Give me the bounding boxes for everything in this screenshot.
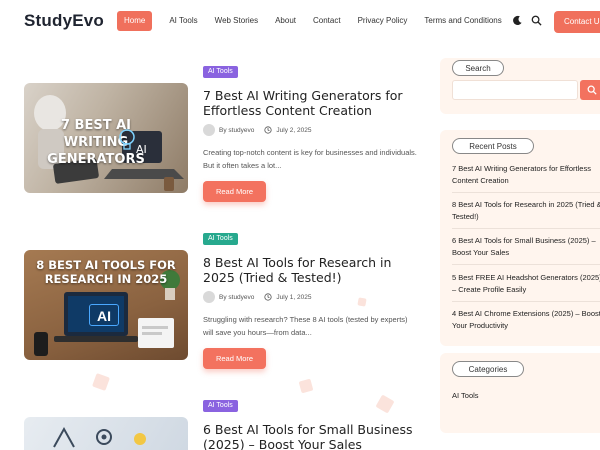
post-card: 8 BEST AI TOOLS FOR RESEARCH IN 2025 AI … xyxy=(24,233,424,373)
main-nav: Home AI Tools Web Stories About Contact … xyxy=(117,11,519,31)
post-meta: By studyevo July 2, 2025 xyxy=(203,124,311,136)
search-icon[interactable] xyxy=(531,15,542,26)
category-badge[interactable]: AI Tools xyxy=(203,66,238,78)
avatar xyxy=(203,124,215,136)
post-card: AI 7 BEST AI WRITING GENERATORS AI Tools… xyxy=(24,66,424,206)
categories-title: Categories xyxy=(452,361,524,377)
post-thumbnail[interactable]: 8 BEST AI TOOLS FOR RESEARCH IN 2025 AI xyxy=(24,250,188,360)
post-date: July 1, 2025 xyxy=(276,293,312,301)
category-link[interactable]: AI Tools xyxy=(452,391,479,400)
ai-badge: AI xyxy=(89,304,119,326)
nav-ai-tools[interactable]: AI Tools xyxy=(169,11,197,31)
post-thumbnail[interactable] xyxy=(24,417,188,450)
site-header: StudyEvo Home AI Tools Web Stories About… xyxy=(0,0,600,44)
thumbnail-caption: 8 BEST AI TOOLS FOR RESEARCH IN 2025 xyxy=(36,258,176,286)
nav-web-stories[interactable]: Web Stories xyxy=(215,11,258,31)
post-date: July 2, 2025 xyxy=(276,126,312,134)
lightbulb-icon xyxy=(119,129,135,150)
divider xyxy=(452,228,600,229)
post-excerpt: Creating top-notch content is key for bu… xyxy=(203,148,417,170)
recent-posts-widget: Recent Posts 7 Best AI Writing Generator… xyxy=(440,130,600,346)
clock-icon xyxy=(264,293,273,301)
post-title[interactable]: 8 Best AI Tools for Research in 2025 (Tr… xyxy=(203,255,418,285)
decorative-square xyxy=(92,373,110,391)
search-icon xyxy=(587,85,597,95)
search-widget-title: Search xyxy=(452,60,504,76)
read-more-button[interactable]: Read More xyxy=(203,348,266,369)
divider xyxy=(452,192,600,193)
gear-icon xyxy=(53,426,146,448)
recent-post-link[interactable]: 7 Best AI Writing Generators for Effortl… xyxy=(452,163,600,187)
post-excerpt: Struggling with research? These 8 AI too… xyxy=(203,315,408,337)
nav-terms[interactable]: Terms and Conditions xyxy=(424,11,501,31)
post-card: AI Tools 6 Best AI Tools for Small Busin… xyxy=(24,400,424,450)
contact-us-button[interactable]: Contact U xyxy=(554,11,600,33)
category-badge[interactable]: AI Tools xyxy=(203,400,238,412)
search-input[interactable] xyxy=(452,80,578,100)
clock-icon xyxy=(264,126,273,134)
decorative-square xyxy=(298,378,314,394)
nav-privacy-policy[interactable]: Privacy Policy xyxy=(358,11,408,31)
recent-posts-title: Recent Posts xyxy=(452,138,534,154)
recent-post-link[interactable]: 5 Best FREE AI Headshot Generators (2025… xyxy=(452,272,600,296)
post-title[interactable]: 6 Best AI Tools for Small Business (2025… xyxy=(203,422,418,450)
post-meta: By studyevo July 1, 2025 xyxy=(203,291,311,303)
post-thumbnail[interactable]: AI 7 BEST AI WRITING GENERATORS xyxy=(24,83,188,193)
search-button[interactable] xyxy=(580,80,600,100)
nav-contact[interactable]: Contact xyxy=(313,11,341,31)
recent-post-link[interactable]: 6 Best AI Tools for Small Business (2025… xyxy=(452,235,600,259)
recent-post-link[interactable]: 8 Best AI Tools for Research in 2025 (Tr… xyxy=(452,199,600,223)
post-author[interactable]: By studyevo xyxy=(219,127,254,134)
avatar xyxy=(203,291,215,303)
categories-widget: Categories AI Tools xyxy=(440,353,600,433)
moon-icon[interactable] xyxy=(512,15,523,26)
post-author[interactable]: By studyevo xyxy=(219,294,254,301)
divider xyxy=(452,264,600,265)
nav-about[interactable]: About xyxy=(275,11,296,31)
nav-home[interactable]: Home xyxy=(117,11,153,31)
search-widget: Search xyxy=(440,58,600,114)
divider xyxy=(452,301,600,302)
post-title[interactable]: 7 Best AI Writing Generators for Effortl… xyxy=(203,88,418,118)
recent-post-link[interactable]: 4 Best AI Chrome Extensions (2025) – Boo… xyxy=(452,308,600,332)
read-more-button[interactable]: Read More xyxy=(203,181,266,202)
category-badge[interactable]: AI Tools xyxy=(203,233,238,245)
site-logo[interactable]: StudyEvo xyxy=(24,11,104,31)
